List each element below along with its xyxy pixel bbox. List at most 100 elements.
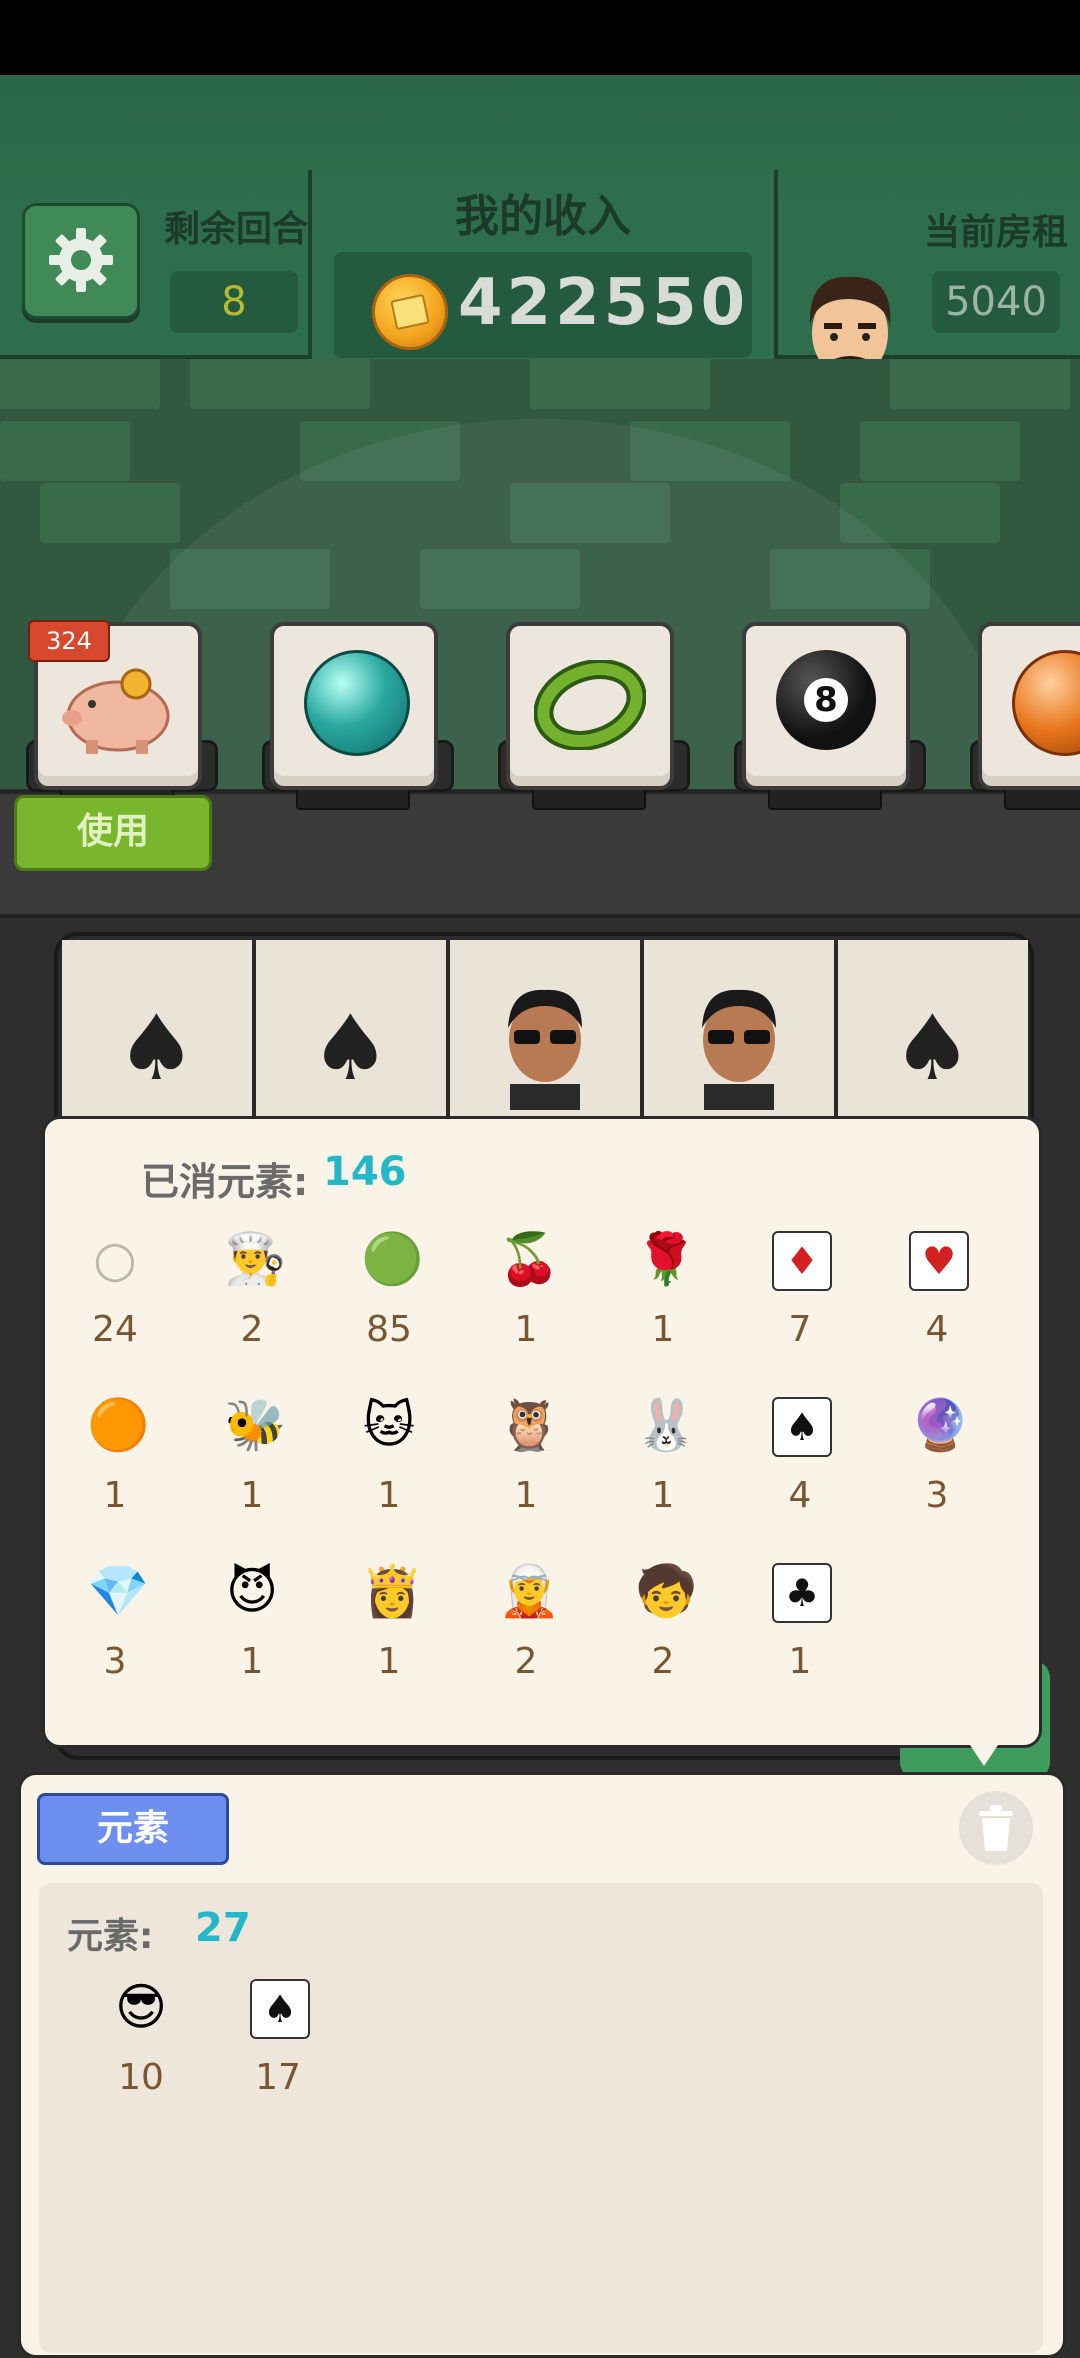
spade-cards-icon: ♠: [250, 1979, 310, 2039]
element-cell[interactable]: 🧝 2: [466, 1563, 586, 1713]
item-slot-5[interactable]: [970, 622, 1080, 810]
element-count: 2: [514, 1641, 538, 1682]
purple-gem-icon: 💎: [87, 1562, 150, 1620]
chef-icon: 👨‍🍳: [224, 1230, 287, 1288]
element-cell[interactable]: 🧒 2: [603, 1563, 723, 1713]
spade-cards-icon: ♠: [772, 1397, 832, 1457]
rent-value: 5040: [932, 271, 1060, 333]
element-cell[interactable]: ♠ 17: [218, 1979, 338, 2129]
element-cell[interactable]: 💎 3: [55, 1563, 175, 1713]
spade-cards-icon: ♠: [892, 996, 973, 1101]
element-cell[interactable]: ♣ 1: [740, 1563, 860, 1713]
element-cell[interactable]: 🍒 1: [466, 1231, 586, 1381]
element-count: 1: [240, 1475, 264, 1516]
club-cards-icon: ♣: [772, 1563, 832, 1623]
removed-elements-count: 146: [323, 1149, 407, 1195]
gold-coin-icon: [372, 274, 448, 350]
board-cell[interactable]: ♠: [256, 940, 450, 1130]
board-cell[interactable]: [644, 940, 838, 1130]
element-count: 1: [103, 1475, 127, 1516]
element-count: 3: [925, 1475, 949, 1516]
trash-button[interactable]: [959, 1791, 1033, 1865]
spade-cards-icon: ♠: [310, 996, 391, 1101]
element-count: 1: [651, 1309, 675, 1350]
settings-button[interactable]: [22, 203, 140, 319]
red-hood-icon: 🧒: [635, 1562, 698, 1620]
rounds-value: 8: [170, 271, 298, 333]
rounds-label: 剩余回合: [164, 209, 309, 250]
elements-inner: 元素: 27 😎 10 ♠ 17: [39, 1883, 1043, 2353]
status-bar: [0, 0, 1080, 75]
income-label: 我的收入: [455, 191, 631, 242]
element-cell[interactable]: 🐰 1: [603, 1397, 723, 1547]
board-cell[interactable]: ♠: [62, 940, 256, 1130]
element-cell[interactable]: 🔮 3: [877, 1397, 997, 1547]
element-count: 1: [377, 1641, 401, 1682]
element-count: 3: [103, 1641, 127, 1682]
trash-icon: [979, 1805, 1013, 1851]
element-cell[interactable]: ♥ 4: [877, 1231, 997, 1381]
rabbit-icon: 🐰: [635, 1396, 698, 1454]
cat-icon: 🐱: [362, 1396, 416, 1454]
element-cell[interactable]: ♠ 4: [740, 1397, 860, 1547]
rent-label: 当前房租: [924, 212, 1069, 253]
element-count: 10: [118, 2057, 164, 2098]
bee-icon: 🐝: [224, 1396, 287, 1454]
item-slot-2[interactable]: [262, 622, 454, 810]
popup-pointer: [960, 1730, 1008, 1766]
element-cell[interactable]: 🐱 1: [329, 1397, 449, 1547]
gear-icon: [49, 228, 113, 292]
element-count: 85: [366, 1309, 412, 1350]
removed-elements-label: 已消元素:: [141, 1160, 309, 1204]
diamond-cards-icon: ♦: [772, 1231, 832, 1291]
board-cell[interactable]: ♠: [838, 940, 1028, 1130]
item-slot-4[interactable]: 8: [734, 622, 926, 810]
element-cell[interactable]: 🌹 1: [603, 1231, 723, 1381]
tab-elements[interactable]: 元素: [37, 1793, 229, 1865]
element-cell[interactable]: 🟢 85: [329, 1231, 449, 1381]
orange-orb-icon: [1012, 650, 1080, 756]
owl-icon: 🦉: [498, 1396, 561, 1454]
element-count: 1: [514, 1475, 538, 1516]
element-cell[interactable]: 👸 1: [329, 1563, 449, 1713]
element-cell[interactable]: 🟠 1: [55, 1397, 175, 1547]
elements-count: 27: [195, 1905, 251, 1951]
elf-icon: 🧝: [498, 1562, 561, 1620]
element-cell[interactable]: 😈 1: [192, 1563, 312, 1713]
income-panel: 我的收入 422550: [308, 170, 778, 386]
crystal-ball-icon: 🔮: [909, 1396, 972, 1454]
element-cell[interactable]: ○ 24: [55, 1231, 175, 1381]
sunglasses-man-icon: 😎: [114, 1978, 168, 2036]
heart-cards-icon: ♥: [909, 1231, 969, 1291]
green-slime-icon: 🟢: [361, 1230, 424, 1288]
amber-orb-icon: 🟠: [87, 1396, 150, 1454]
element-count: 1: [788, 1641, 812, 1682]
empty-circle-icon: ○: [93, 1230, 137, 1288]
board-cell[interactable]: [450, 940, 644, 1130]
item-slot-3[interactable]: [498, 622, 690, 810]
element-count: 1: [240, 1641, 264, 1682]
eight-ball-icon: 8: [776, 650, 876, 750]
green-ring-icon: [534, 660, 646, 750]
element-count: 4: [925, 1309, 949, 1350]
element-count: 4: [788, 1475, 812, 1516]
element-count: 1: [377, 1475, 401, 1516]
element-count: 1: [514, 1309, 538, 1350]
use-button[interactable]: 使用: [14, 795, 212, 871]
demon-icon: 😈: [225, 1562, 279, 1620]
element-cell[interactable]: 😎 10: [81, 1979, 201, 2129]
element-cell[interactable]: ♦ 7: [740, 1231, 860, 1381]
element-count: 24: [92, 1309, 138, 1350]
spade-cards-icon: ♠: [116, 996, 197, 1101]
sunglasses-man-icon: [702, 989, 776, 1110]
piggy-bank-icon: [62, 668, 170, 754]
elements-panel: 元素 元素: 27 😎 10 ♠ 17: [18, 1772, 1066, 2358]
element-cell[interactable]: 👨‍🍳 2: [192, 1231, 312, 1381]
element-count: 2: [651, 1641, 675, 1682]
income-value: 422550: [458, 266, 750, 340]
element-cell[interactable]: 🦉 1: [466, 1397, 586, 1547]
removed-elements-popup: 已消元素: 146 ○ 24 👨‍🍳 2 🟢 85 🍒 1 🌹 1 ♦ 7 ♥ 4 🟠 1 🐝 1 🐱 1 🦉 1 🐰 1 ♠ 4…: [42, 1116, 1042, 1748]
element-count: 17: [255, 2057, 301, 2098]
element-cell[interactable]: 🐝 1: [192, 1397, 312, 1547]
sunglasses-man-icon: [508, 989, 582, 1110]
